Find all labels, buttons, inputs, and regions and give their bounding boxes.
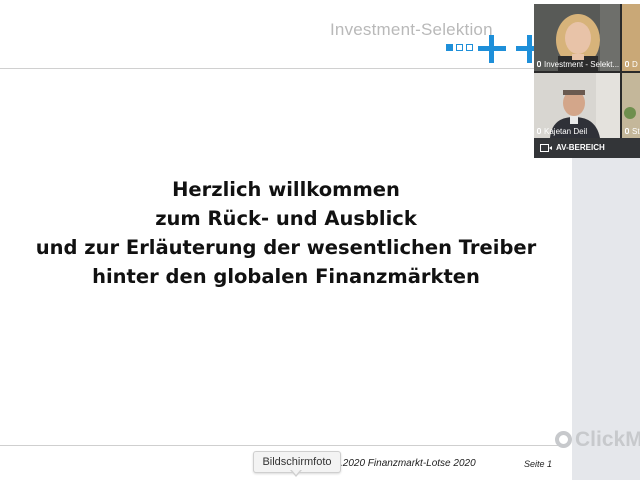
welcome-line: und zur Erläuterung der wesentlichen Tre… <box>35 236 537 259</box>
welcome-line: zum Rück- und Ausblick <box>155 207 417 230</box>
welcome-line: hinter den globalen Finanzmärkten <box>92 265 480 288</box>
microphone-icon <box>625 128 629 134</box>
clickmeeting-logo-icon <box>555 431 572 448</box>
footer-divider <box>0 445 560 446</box>
welcome-text: Herzlich willkommen zum Rück- und Ausbli… <box>0 175 572 291</box>
microphone-icon <box>537 61 541 67</box>
microphone-icon <box>537 128 541 134</box>
video-tile-kajetan[interactable]: Kajetan Deil <box>534 73 620 138</box>
participant-name: D <box>622 59 638 71</box>
participant-name: Kajetan Deil <box>534 126 587 138</box>
presentation-slide: Investment-Selektion Herzlich willkommen… <box>0 0 572 480</box>
video-tile-investment[interactable]: Investment - Selekt... <box>534 4 620 71</box>
camera-icon <box>540 144 549 152</box>
slide-footer: .2020 Finanzmarkt-Lotse 2020 <box>340 458 476 469</box>
page-number: Seite 1 <box>524 459 553 469</box>
logo-square-icon <box>466 44 473 51</box>
logo-square-icon <box>446 44 453 51</box>
header-divider <box>0 68 540 69</box>
participant-name: Investment - Selekt... <box>534 59 619 71</box>
logo-square-icon <box>456 44 463 51</box>
microphone-icon <box>625 61 629 67</box>
participant-name: St <box>622 126 640 138</box>
av-area-bar[interactable]: AV-BEREICH <box>534 138 640 158</box>
brand-title: Investment-Selektion <box>330 20 493 39</box>
plus-icon <box>478 35 506 63</box>
video-panel: Investment - Selekt... D Kajetan Deil St <box>534 4 640 158</box>
av-area-label: AV-BEREICH <box>556 143 605 152</box>
video-tile-partial[interactable]: St <box>622 73 640 138</box>
watermark-logo: ClickM <box>555 428 640 452</box>
welcome-line: Herzlich willkommen <box>172 178 400 201</box>
video-tile-partial[interactable]: D <box>622 4 640 71</box>
